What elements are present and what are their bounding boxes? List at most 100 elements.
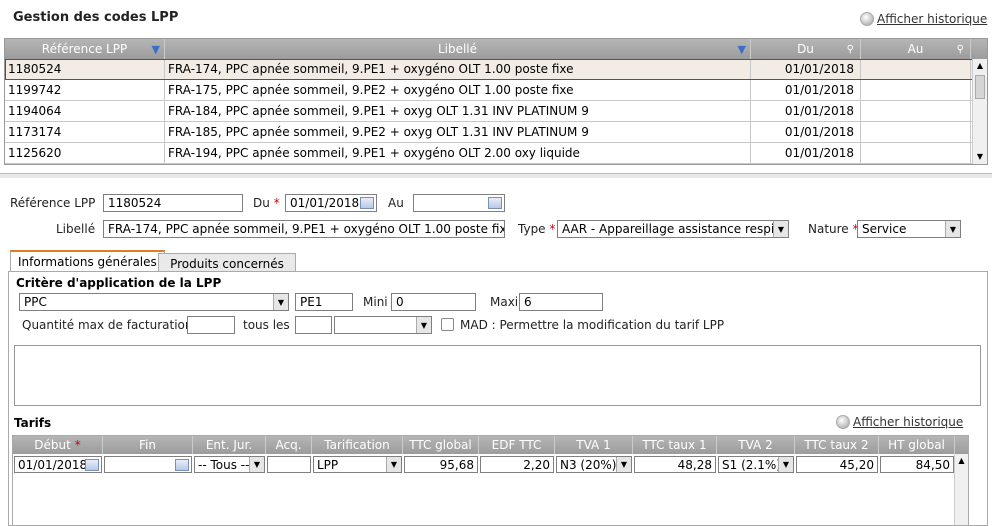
splitter[interactable]: [0, 173, 992, 178]
calendar-icon[interactable]: [85, 459, 99, 471]
table-row[interactable]: 1173174 FRA-185, PPC apnée sommeil, 9.PE…: [5, 122, 987, 143]
column-header-debut[interactable]: Début *: [13, 436, 103, 454]
table-row[interactable]: 1180524 FRA-174, PPC apnée sommeil, 9.PE…: [5, 59, 987, 80]
acq-input[interactable]: [267, 456, 311, 473]
history-icon: [836, 415, 850, 429]
tarifs-grid: Début * Fin Ent. Jur. Acq. Tarification …: [12, 435, 969, 526]
column-header-du[interactable]: Du ⚲: [751, 39, 861, 59]
column-label: Au: [907, 42, 924, 56]
column-header-edf-ttc[interactable]: EDF TTC: [479, 436, 555, 454]
ttc-global-input[interactable]: 95,68: [404, 456, 478, 473]
ttc-taux2-input[interactable]: 45,20: [796, 456, 878, 473]
column-header-ht-global[interactable]: HT global: [879, 436, 955, 454]
period-select[interactable]: ▼: [334, 316, 432, 334]
column-header-tva1[interactable]: TVA 1: [555, 436, 633, 454]
cell-label: FRA-184, PPC apnée sommeil, 9.PE1 + oxyg…: [165, 101, 751, 121]
column-header-tarification[interactable]: Tarification: [312, 436, 403, 454]
du-date-input[interactable]: 01/01/2018: [285, 194, 377, 212]
ttc-taux1-input[interactable]: 48,28: [634, 456, 716, 473]
grid-scrollbar[interactable]: ▲ ▼: [972, 59, 987, 164]
column-header-ttc-global[interactable]: TTC global: [403, 436, 479, 454]
edf-ttc-input[interactable]: 2,20: [480, 456, 554, 473]
scroll-thumb[interactable]: [975, 75, 985, 99]
tva2-select[interactable]: S1 (2.1%) ▼: [718, 456, 794, 473]
comment-textarea[interactable]: [14, 345, 981, 406]
column-header-ttc-taux2[interactable]: TTC taux 2: [795, 436, 879, 454]
required-star: *: [273, 196, 280, 210]
criteria-section-title: Critère d'application de la LPP: [16, 276, 222, 290]
tarifs-history-link[interactable]: Afficher historique: [836, 415, 963, 429]
chevron-down-icon[interactable]: ▼: [773, 221, 788, 237]
scroll-down-icon[interactable]: ▼: [973, 150, 987, 164]
column-header-libelle[interactable]: Libellé ▼: [165, 39, 751, 59]
mini-input[interactable]: 0: [391, 293, 476, 311]
au-date-input[interactable]: [413, 194, 505, 212]
code-input[interactable]: PE1: [295, 293, 353, 311]
libelle-label: Libellé: [56, 222, 96, 236]
chevron-down-icon[interactable]: ▼: [616, 457, 631, 472]
maxi-input[interactable]: 6: [519, 293, 603, 311]
chevron-down-icon[interactable]: ▼: [416, 317, 431, 333]
history-link-label: Afficher historique: [877, 12, 988, 26]
ht-global-input[interactable]: 84,50: [880, 456, 954, 473]
table-row[interactable]: 1199742 FRA-175, PPC apnée sommeil, 9.PE…: [5, 80, 987, 101]
tarifs-scrollbar[interactable]: ▲: [954, 454, 968, 525]
type-label-text: Type: [518, 222, 546, 236]
tva1-select[interactable]: N3 (20%) ▼: [556, 456, 632, 473]
column-header-ref[interactable]: Référence LPP ▼: [5, 39, 165, 59]
chevron-down-icon[interactable]: ▼: [945, 221, 960, 237]
ref-input[interactable]: 1180524: [103, 194, 243, 212]
tab-informations-generales[interactable]: Informations générales: [10, 250, 165, 272]
page-title: Gestion des codes LPP: [13, 10, 179, 25]
ent-jur-select[interactable]: -- Tous -- ▼: [194, 456, 265, 473]
search-icon[interactable]: ⚲: [847, 44, 854, 55]
mad-checkbox[interactable]: [441, 318, 454, 331]
tab-produits-concernes[interactable]: Produits concernés: [158, 253, 296, 273]
debut-value: 01/01/2018: [18, 457, 88, 472]
grid-header: Référence LPP ▼ Libellé ▼ Du ⚲ Au ⚲: [5, 39, 987, 59]
calendar-icon[interactable]: [488, 197, 502, 209]
column-header-ttc-taux1[interactable]: TTC taux 1: [633, 436, 717, 454]
table-row[interactable]: 1125620 FRA-194, PPC apnée sommeil, 9.PE…: [5, 143, 987, 164]
tva1-value: N3 (20%): [560, 457, 617, 472]
cell-au: [861, 101, 971, 121]
tous-les-input[interactable]: [295, 316, 332, 334]
nature-select[interactable]: Service ▼: [857, 220, 961, 238]
libelle-input[interactable]: FRA-174, PPC apnée sommeil, 9.PE1 + oxyg…: [103, 220, 505, 238]
calendar-icon[interactable]: [360, 197, 374, 209]
column-label: Du: [797, 42, 814, 56]
search-icon[interactable]: ⚲: [957, 44, 964, 55]
cell-du: 01/01/2018: [751, 143, 861, 163]
chevron-down-icon[interactable]: ▼: [778, 457, 793, 472]
column-label: Début: [34, 438, 71, 452]
product-select[interactable]: PPC ▼: [19, 293, 289, 311]
column-header-acq[interactable]: Acq.: [266, 436, 312, 454]
column-header-au[interactable]: Au ⚲: [861, 39, 971, 59]
type-select[interactable]: AAR - Appareillage assistance respir ▼: [557, 220, 789, 238]
column-header-ent-jur[interactable]: Ent. Jur.: [193, 436, 266, 454]
chevron-down-icon[interactable]: ▼: [273, 294, 288, 310]
filter-icon[interactable]: ▼: [152, 43, 160, 56]
qty-input[interactable]: [187, 316, 235, 334]
table-row[interactable]: 1194064 FRA-184, PPC apnée sommeil, 9.PE…: [5, 101, 987, 122]
scroll-up-icon[interactable]: ▲: [955, 454, 968, 468]
column-label: Libellé: [437, 42, 478, 56]
column-label: Référence LPP: [41, 42, 128, 56]
column-header-tva2[interactable]: TVA 2: [717, 436, 795, 454]
type-value: AAR - Appareillage assistance respir: [562, 222, 780, 236]
debut-date-input[interactable]: 01/01/2018: [14, 456, 102, 473]
scroll-up-icon[interactable]: ▲: [973, 59, 987, 73]
history-link[interactable]: Afficher historique: [860, 12, 987, 26]
nature-value: Service: [862, 222, 907, 236]
fin-date-input[interactable]: [104, 456, 192, 473]
column-header-fin[interactable]: Fin: [103, 436, 193, 454]
cell-ref: 1173174: [5, 122, 165, 142]
chevron-down-icon[interactable]: ▼: [249, 457, 264, 472]
tarification-select[interactable]: LPP ▼: [313, 456, 402, 473]
filter-icon[interactable]: ▼: [738, 43, 746, 56]
chevron-down-icon[interactable]: ▼: [386, 457, 401, 472]
tarifs-header: Début * Fin Ent. Jur. Acq. Tarification …: [13, 436, 968, 454]
cell-du: 01/01/2018: [751, 122, 861, 142]
calendar-icon[interactable]: [175, 459, 189, 471]
tarif-row[interactable]: 01/01/2018 -- Tous -- ▼ LPP ▼ 95,68 2,20 N…: [13, 455, 968, 475]
